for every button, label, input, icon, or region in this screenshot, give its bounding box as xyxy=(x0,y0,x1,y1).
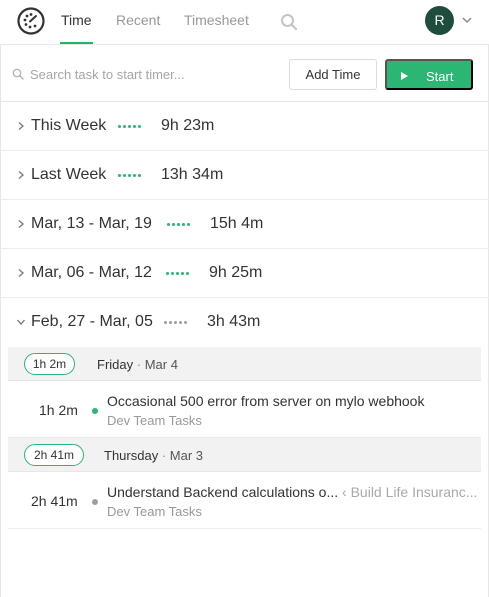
chevron-down-icon xyxy=(17,319,25,325)
week-row-feb-27[interactable]: Feb, 27 - Mar, 05 3h 43m xyxy=(0,298,489,347)
avatar[interactable]: R xyxy=(425,6,454,35)
search-icon[interactable] xyxy=(280,13,298,31)
week-total: 15h 4m xyxy=(210,215,264,232)
day-total-badge: 2h 41m xyxy=(24,444,84,466)
week-title: Mar, 13 - Mar, 19 xyxy=(31,215,152,232)
day-label: Thursday · Mar 3 xyxy=(104,448,203,463)
timer-bar: Add Time Start xyxy=(0,45,489,102)
week-row-last-week[interactable]: Last Week 13h 34m xyxy=(0,151,489,200)
week-total: 9h 25m xyxy=(209,264,263,281)
time-entry-row[interactable]: 1h 2m Occasional 500 error from server o… xyxy=(8,382,481,438)
chevron-right-icon xyxy=(18,269,24,277)
play-icon xyxy=(401,72,408,80)
entry-task: Understand Backend calculations o... ‹ B… xyxy=(107,484,477,500)
chevron-right-icon xyxy=(18,171,24,179)
progress-dots xyxy=(166,272,189,276)
day-separator: · xyxy=(136,357,142,372)
day-header-friday: 1h 2m Friday · Mar 4 xyxy=(8,347,481,381)
entry-task: Occasional 500 error from server on mylo… xyxy=(107,393,424,409)
entry-duration: 1h 2m xyxy=(39,402,78,418)
progress-dots xyxy=(118,125,141,129)
day-name: Friday xyxy=(97,357,134,372)
task-title: Understand Backend calculations o... xyxy=(107,484,339,500)
top-nav: Time Recent Timesheet R xyxy=(0,0,489,45)
progress-dots xyxy=(164,321,187,325)
project-color-dot xyxy=(92,499,98,505)
entry-project: Dev Team Tasks xyxy=(107,504,202,519)
week-title: Last Week xyxy=(31,166,107,183)
week-row-this-week[interactable]: This Week 9h 23m xyxy=(0,102,489,151)
week-total: 9h 23m xyxy=(161,117,215,134)
active-tab-indicator xyxy=(60,42,93,44)
start-timer-button[interactable]: Start xyxy=(385,59,473,90)
day-date: Mar 4 xyxy=(144,357,178,372)
day-date: Mar 3 xyxy=(169,448,204,463)
clock-logo-icon[interactable] xyxy=(16,6,46,36)
add-time-button[interactable]: Add Time xyxy=(289,59,377,90)
entry-project: Dev Team Tasks xyxy=(107,413,202,428)
progress-dots xyxy=(118,174,141,178)
week-title: Mar, 06 - Mar, 12 xyxy=(31,264,152,281)
week-total: 13h 34m xyxy=(161,166,224,183)
week-row-mar-06[interactable]: Mar, 06 - Mar, 12 9h 25m xyxy=(0,249,489,298)
task-search-input[interactable] xyxy=(30,62,280,86)
week-title: This Week xyxy=(31,117,107,134)
tab-recent[interactable]: Recent xyxy=(116,12,160,28)
task-title: Occasional 500 error from server on mylo… xyxy=(107,393,425,409)
day-header-thursday: 2h 41m Thursday · Mar 3 xyxy=(8,438,481,472)
time-entry-row[interactable]: 2h 41m Understand Backend calculations o… xyxy=(8,473,481,529)
project-color-dot xyxy=(92,408,98,414)
chevron-right-icon xyxy=(18,220,24,228)
chevron-down-icon[interactable] xyxy=(461,14,473,26)
tab-time[interactable]: Time xyxy=(61,12,92,28)
progress-dots xyxy=(167,223,190,227)
week-total: 3h 43m xyxy=(207,313,261,330)
week-title: Feb, 27 - Mar, 05 xyxy=(31,313,153,330)
chevron-right-icon xyxy=(18,122,24,130)
day-label: Friday · Mar 4 xyxy=(97,357,178,372)
day-separator: · xyxy=(161,448,167,463)
start-button-label: Start xyxy=(426,69,454,84)
day-total-badge: 1h 2m xyxy=(24,353,75,375)
week-row-mar-13[interactable]: Mar, 13 - Mar, 19 15h 4m xyxy=(0,200,489,249)
entry-duration: 2h 41m xyxy=(31,493,78,509)
search-icon xyxy=(12,68,24,80)
task-breadcrumb: ‹ Build Life Insuranc... xyxy=(342,484,478,500)
day-name: Thursday xyxy=(104,448,159,463)
tab-timesheet[interactable]: Timesheet xyxy=(184,12,249,28)
